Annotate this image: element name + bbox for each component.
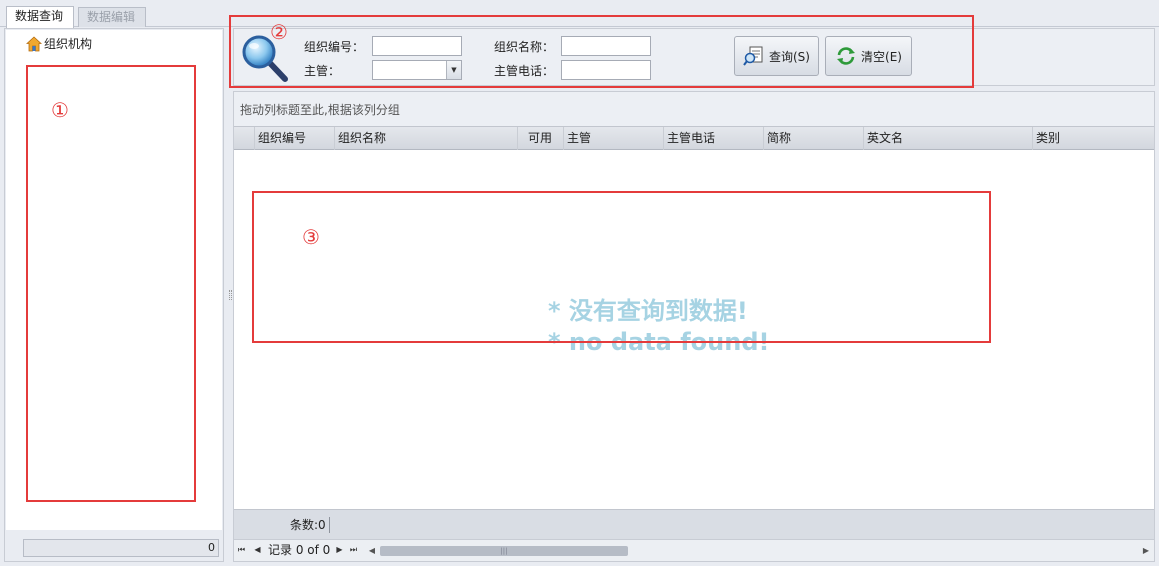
column-header[interactable]: 简称	[764, 127, 864, 150]
record-navigator: ⏮ ◀ 记录 0 of 0 ▶ ⏭ ◀ ||| ▶	[234, 539, 1154, 561]
record-position: 记录 0 of 0	[268, 543, 331, 557]
prev-record-icon[interactable]: ◀	[252, 543, 263, 557]
annotation-number-2: ②	[270, 20, 288, 44]
panel-splitter[interactable]	[229, 290, 232, 300]
annotation-number-1: ①	[51, 98, 69, 122]
scroll-thumb[interactable]: |||	[380, 546, 628, 556]
row-count: 条数:0	[290, 517, 330, 533]
tree-root-node[interactable]: 组织机构	[26, 35, 92, 53]
annotation-box-3	[252, 191, 991, 343]
grid-header-row: 组织编号 组织名称 可用 主管 主管电话 简称 英文名 类别	[234, 126, 1154, 150]
tab-data-query[interactable]: 数据查询	[6, 6, 74, 28]
column-header[interactable]: 主管	[564, 127, 664, 150]
scroll-left-icon[interactable]: ◀	[366, 543, 378, 558]
annotation-number-3: ③	[302, 225, 320, 249]
column-header[interactable]: 类别	[1033, 127, 1154, 150]
tree-root-label: 组织机构	[44, 37, 93, 51]
column-header[interactable]: 主管电话	[664, 127, 764, 150]
group-by-panel[interactable]: 拖动列标题至此,根据该列分组	[234, 92, 1154, 126]
scroll-right-icon[interactable]: ▶	[1140, 543, 1152, 558]
annotation-box-2	[229, 15, 974, 88]
annotation-box-1	[26, 65, 196, 502]
home-icon	[26, 36, 42, 52]
horizontal-scrollbar[interactable]: ◀ ||| ▶	[366, 543, 1152, 558]
column-header[interactable]: 组织名称	[335, 127, 518, 150]
column-header[interactable]: 组织编号	[255, 127, 335, 150]
first-record-icon[interactable]: ⏮	[236, 543, 247, 557]
column-header[interactable]: 英文名	[864, 127, 1033, 150]
header-indicator-cell	[234, 127, 255, 150]
grid-footer: 条数:0	[234, 509, 1154, 539]
next-record-icon[interactable]: ▶	[334, 543, 345, 557]
left-status-count: 0	[23, 539, 219, 557]
last-record-icon[interactable]: ⏭	[348, 543, 359, 557]
tab-data-edit[interactable]: 数据编辑	[78, 7, 146, 27]
column-header[interactable]: 可用	[518, 127, 564, 150]
